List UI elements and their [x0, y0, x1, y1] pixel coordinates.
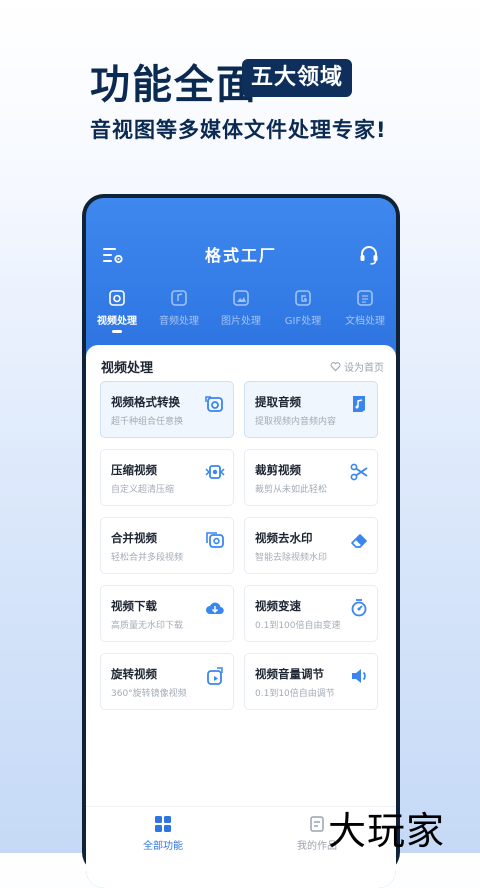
tab-label: 音频处理: [159, 316, 199, 327]
tool-card-merge[interactable]: 合并视频 轻松合并多段视频: [100, 517, 234, 574]
phone-frame: 格式工厂 视频处理 音频处理 图片处理 GIF处理 文档处理 视频处理 设为首页…: [82, 194, 400, 888]
works-icon: [310, 816, 324, 832]
volume-icon: [352, 669, 366, 683]
tool-desc: 360°旋转镜像视频: [111, 689, 187, 699]
scissors-icon: [350, 463, 368, 481]
tab-document[interactable]: 文档处理: [334, 290, 396, 327]
tool-title: 视频格式转换: [111, 395, 180, 409]
watermark: 大玩家: [328, 809, 446, 853]
tool-desc: 提取视频内音频内容: [255, 417, 337, 427]
tab-label: 图片处理: [221, 316, 261, 327]
category-tabs: 视频处理 音频处理 图片处理 GIF处理 文档处理: [86, 290, 396, 334]
panel-title: 视频处理: [101, 361, 154, 376]
active-tab-indicator: [112, 330, 122, 333]
tool-title: 合并视频: [111, 531, 157, 545]
tool-desc: 0.1到100倍自由变速: [255, 621, 341, 631]
tool-card-download[interactable]: 视频下载 高质量无水印下载: [100, 585, 234, 642]
tool-desc: 裁剪从未如此轻松: [255, 485, 328, 495]
tool-card-video-convert[interactable]: 视频格式转换 超千种组合任意换: [100, 381, 234, 438]
tab-gif[interactable]: GIF处理: [272, 290, 334, 327]
merge-icon: [206, 532, 224, 548]
grid-icon: [155, 816, 171, 832]
tool-desc: 自定义超清压缩: [111, 485, 175, 495]
tool-desc: 轻松合并多段视频: [111, 553, 184, 563]
promo-title: 功能全面: [90, 62, 258, 108]
tool-desc: 0.1到10倍自由调节: [255, 689, 335, 699]
tool-card-watermark[interactable]: 视频去水印 智能去除视频水印: [244, 517, 378, 574]
tool-desc: 超千种组合任意换: [111, 417, 184, 427]
tab-image[interactable]: 图片处理: [210, 290, 272, 327]
download-icon: [206, 602, 224, 615]
eraser-icon: [351, 534, 367, 548]
tab-label: GIF处理: [284, 316, 322, 327]
tool-card-volume[interactable]: 视频音量调节 0.1到10倍自由调节: [244, 653, 378, 710]
app-title: 格式工厂: [204, 246, 277, 265]
nav-all-features[interactable]: 全部功能: [113, 815, 213, 852]
headset-icon[interactable]: [358, 244, 380, 266]
tool-title: 视频音量调节: [255, 667, 324, 681]
promo-banner: 功能全面 五大领域 音视图等多媒体文件处理专家!: [0, 0, 480, 180]
gif-icon: [295, 290, 311, 306]
tool-title: 视频去水印: [255, 531, 313, 545]
heart-icon: [330, 362, 341, 372]
speed-icon: [351, 599, 367, 617]
tool-card-trim[interactable]: 裁剪视频 裁剪从未如此轻松: [244, 449, 378, 506]
set-home-label: 设为首页: [344, 363, 384, 374]
nav-label: 全部功能: [143, 841, 183, 852]
extract-audio-icon: [353, 396, 365, 412]
tab-label: 文档处理: [345, 316, 385, 327]
audio-icon: [171, 290, 187, 306]
promo-subtitle: 音视图等多媒体文件处理专家!: [90, 118, 387, 142]
set-home-button[interactable]: 设为首页: [330, 359, 384, 374]
tab-audio[interactable]: 音频处理: [148, 290, 210, 327]
tool-title: 视频下载: [111, 599, 157, 613]
document-icon: [357, 290, 373, 306]
tool-title: 旋转视频: [111, 667, 157, 681]
tab-label: 视频处理: [97, 316, 137, 327]
video-icon: [109, 290, 125, 306]
tool-card-speed[interactable]: 视频变速 0.1到100倍自由变速: [244, 585, 378, 642]
tab-video[interactable]: 视频处理: [86, 290, 148, 327]
tool-desc: 智能去除视频水印: [255, 553, 328, 563]
tool-title: 视频变速: [255, 599, 301, 613]
tool-title: 压缩视频: [111, 463, 157, 477]
app-screen: 格式工厂 视频处理 音频处理 图片处理 GIF处理 文档处理 视频处理 设为首页…: [86, 198, 396, 888]
tool-title: 提取音频: [255, 395, 301, 409]
tool-card-compress[interactable]: 压缩视频 自定义超清压缩: [100, 449, 234, 506]
video-convert-icon: [205, 396, 223, 412]
tool-desc: 高质量无水印下载: [111, 621, 184, 631]
app-header: 格式工厂 视频处理 音频处理 图片处理 GIF处理 文档处理: [86, 198, 396, 348]
tool-card-rotate[interactable]: 旋转视频 360°旋转镜像视频: [100, 653, 234, 710]
compress-icon: [205, 465, 225, 479]
promo-tag: 五大领域: [242, 59, 353, 97]
tool-card-extract-audio[interactable]: 提取音频 提取视频内音频内容: [244, 381, 378, 438]
image-icon: [233, 290, 249, 306]
tool-title: 裁剪视频: [255, 463, 301, 477]
rotate-icon: [207, 667, 223, 685]
